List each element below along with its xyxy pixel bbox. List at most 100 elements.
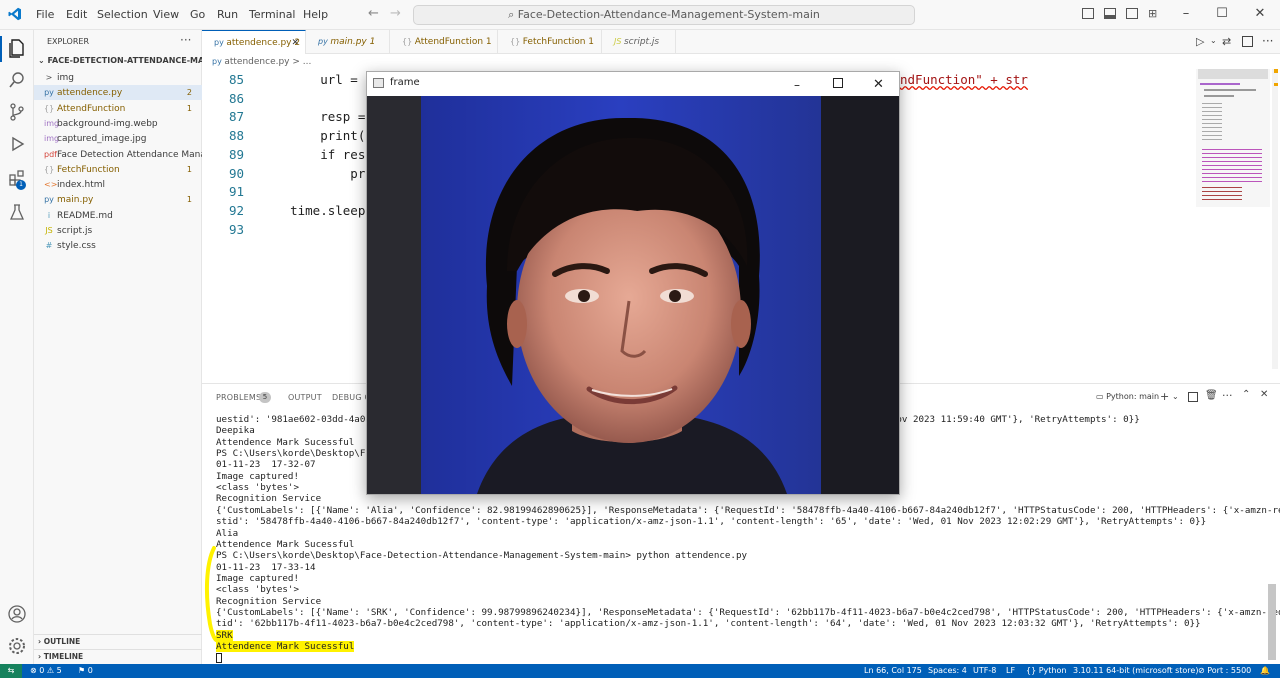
file-name: script.js <box>57 226 93 236</box>
line-number: 91 <box>228 184 244 200</box>
tab-output[interactable]: OUTPUT <box>288 393 322 402</box>
file-item[interactable]: py main.py 1 <box>34 192 202 207</box>
menu-run[interactable]: Run <box>217 8 238 21</box>
maximize-panel-icon[interactable]: ⌃ <box>1242 389 1250 400</box>
toggle-sidebar-icon[interactable] <box>1082 8 1094 19</box>
file-item[interactable]: pdfFace Detection Attendance Manag... <box>34 147 202 162</box>
file-name: FetchFunction <box>57 164 120 175</box>
problems-status[interactable]: ⊗ 0 ⚠ 5 <box>30 664 62 678</box>
more-actions-icon[interactable]: ··· <box>1262 34 1273 48</box>
close-icon[interactable]: ✕ <box>1250 6 1270 21</box>
terminal-line: Attendence Mark Sucessful <box>216 436 355 448</box>
frame-window[interactable]: frame – ✕ <box>366 71 900 495</box>
language-mode[interactable]: {} Python <box>1026 664 1066 678</box>
tab-main-py[interactable]: py main.py 1 <box>306 30 390 54</box>
run-file-icon[interactable]: ▷ <box>1196 35 1204 48</box>
nav-back-icon[interactable]: ← <box>368 6 379 21</box>
file-item[interactable]: > img <box>34 70 202 85</box>
frame-title: frame <box>390 77 420 88</box>
file-type-icon: JS <box>45 226 53 235</box>
split-editor-icon[interactable] <box>1242 36 1253 47</box>
menu-file[interactable]: File <box>36 8 54 21</box>
tab-attendfunction[interactable]: {} AttendFunction 1 <box>390 30 498 54</box>
breadcrumb[interactable]: py attendence.py > ... <box>202 54 311 69</box>
line-number: 93 <box>228 221 244 237</box>
editor-scrollbar[interactable] <box>1272 69 1278 369</box>
terminal-dropdown-icon[interactable]: ⌄ <box>1172 392 1179 401</box>
extensions-badge: 1 <box>16 180 26 190</box>
compare-icon[interactable]: ⇄ <box>1222 35 1231 48</box>
file-type-icon: py <box>44 195 54 205</box>
project-folder[interactable]: ⌄ FACE-DETECTION-ATTENDANCE-MANAG... <box>34 54 202 68</box>
highlight-marker-stroke <box>204 546 218 642</box>
more-actions-icon[interactable]: ··· <box>180 33 191 47</box>
terminal-shell-selector[interactable]: ▭ Python: main <box>1096 392 1159 401</box>
nav-forward-icon[interactable]: → <box>390 6 401 21</box>
file-name: style.css <box>57 241 96 252</box>
file-type-icon: # <box>45 241 53 251</box>
close-panel-icon[interactable]: ✕ <box>1260 389 1268 400</box>
customize-layout-icon[interactable]: ⊞ <box>1148 7 1157 20</box>
live-server-port[interactable]: ⊘ Port : 5500 <box>1198 664 1251 678</box>
testing-icon[interactable] <box>7 202 27 222</box>
more-actions-icon[interactable]: ··· <box>1222 389 1233 402</box>
ports-status[interactable]: ⚑ 0 <box>78 664 93 678</box>
file-item[interactable]: imgcaptured_image.jpg <box>34 131 202 146</box>
menu-view[interactable]: View <box>153 8 179 21</box>
menu-edit[interactable]: Edit <box>66 8 87 21</box>
editor-tabs: py attendence.py 2 ✕ py main.py 1 {} Att… <box>202 30 1280 54</box>
timeline-section[interactable]: › TIMELINE <box>34 649 202 663</box>
encoding[interactable]: UTF-8 <box>973 664 996 678</box>
frame-close-icon[interactable]: ✕ <box>873 74 884 96</box>
indentation[interactable]: Spaces: 4 <box>928 664 967 678</box>
notifications-bell-icon[interactable]: 🔔 <box>1260 664 1270 678</box>
minimap[interactable] <box>1196 69 1270 207</box>
tab-script-js[interactable]: JS script.js <box>602 30 676 54</box>
tab-problems[interactable]: PROBLEMS <box>216 393 261 402</box>
file-item[interactable]: i README.md <box>34 208 202 223</box>
menu-selection[interactable]: Selection <box>97 8 148 21</box>
remote-indicator-icon[interactable]: ⇆ <box>0 664 22 678</box>
source-control-icon[interactable] <box>7 102 27 122</box>
run-dropdown-icon[interactable]: ⌄ <box>1210 36 1217 45</box>
toggle-panel-icon[interactable] <box>1104 8 1116 19</box>
file-type-icon: img <box>44 134 60 144</box>
end-of-line[interactable]: LF <box>1006 664 1015 678</box>
run-debug-icon[interactable] <box>7 134 27 154</box>
terminal-line: <class 'bytes'> <box>216 482 299 494</box>
explorer-icon[interactable] <box>7 38 27 58</box>
frame-maximize-icon[interactable] <box>833 78 843 88</box>
terminal-line: Recognition Service <box>216 595 322 607</box>
tab-attendence-py[interactable]: py attendence.py 2 ✕ <box>202 30 306 54</box>
menu-terminal[interactable]: Terminal <box>249 8 296 21</box>
file-item[interactable]: imgbackground-img.webp <box>34 116 202 131</box>
command-center-search[interactable]: ⌕ Face-Detection-Attendance-Management-S… <box>413 5 915 25</box>
menu-go[interactable]: Go <box>190 8 205 21</box>
settings-gear-icon[interactable] <box>7 636 27 656</box>
file-item[interactable]: # style.css <box>34 238 202 253</box>
toggle-secondary-sidebar-icon[interactable] <box>1126 8 1138 19</box>
file-item[interactable]: <>index.html <box>34 177 202 192</box>
python-interpreter[interactable]: 3.10.11 64-bit (microsoft store) <box>1073 664 1198 678</box>
outline-section[interactable]: › OUTLINE <box>34 634 202 648</box>
menu-help[interactable]: Help <box>303 8 328 21</box>
new-terminal-icon[interactable]: + <box>1160 390 1169 403</box>
file-item[interactable]: {} AttendFunction 1 <box>34 101 202 116</box>
problem-count-badge: 1 <box>186 195 192 205</box>
minimize-icon[interactable]: – <box>1176 6 1196 21</box>
tab-fetchfunction[interactable]: {} FetchFunction 1 <box>498 30 602 54</box>
maximize-icon[interactable]: ☐ <box>1212 6 1232 21</box>
search-view-icon[interactable] <box>7 70 27 90</box>
frame-minimize-icon[interactable]: – <box>794 74 800 96</box>
frame-title-bar[interactable]: frame – ✕ <box>367 72 899 96</box>
terminal-scrollbar[interactable] <box>1268 584 1276 660</box>
cursor-position[interactable]: Ln 66, Col 175 <box>864 664 922 678</box>
kill-terminal-icon[interactable]: 🗑 <box>1205 390 1218 401</box>
tab-close-icon[interactable]: ✕ <box>291 31 299 55</box>
file-item[interactable]: py attendence.py 2 <box>34 85 202 101</box>
file-item[interactable]: JS script.js <box>34 223 202 238</box>
split-terminal-icon[interactable] <box>1188 392 1198 402</box>
file-type-icon: pdf <box>44 149 57 159</box>
file-item[interactable]: {} FetchFunction 1 <box>34 162 202 177</box>
account-icon[interactable] <box>7 604 27 624</box>
